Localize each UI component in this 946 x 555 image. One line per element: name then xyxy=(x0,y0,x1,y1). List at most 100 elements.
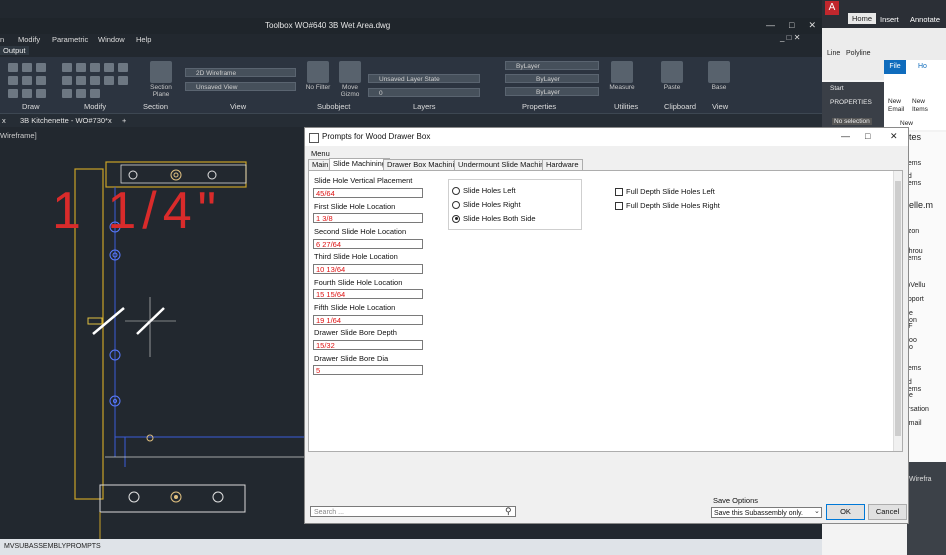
hatch-icon[interactable] xyxy=(36,76,46,85)
panel-utilities[interactable]: Utilities xyxy=(614,102,638,111)
trim-icon[interactable] xyxy=(62,76,72,85)
no-selection-field[interactable]: No selection xyxy=(832,118,872,125)
tab-hardware[interactable]: Hardware xyxy=(542,159,583,170)
drawer-slide-bore-depth-input[interactable]: 15/32 xyxy=(313,340,423,350)
drawer-slide-bore-dia-input[interactable]: 5 xyxy=(313,365,423,375)
rect-icon[interactable] xyxy=(8,76,18,85)
lineweight-dropdown[interactable]: ByLayer xyxy=(505,87,599,96)
radio-slide-holes-left[interactable]: Slide Holes Left xyxy=(452,186,516,195)
checkbox-full-depth-right[interactable]: Full Depth Slide Holes Right xyxy=(615,201,720,210)
checkbox-full-depth-left[interactable]: Full Depth Slide Holes Left xyxy=(615,187,715,196)
ok-button[interactable]: OK xyxy=(826,504,865,520)
close-doc-tab-icon[interactable]: x xyxy=(108,116,112,125)
panel-draw[interactable]: Draw xyxy=(22,102,40,111)
search-input[interactable]: Search ... xyxy=(310,506,516,517)
ellipse-icon[interactable] xyxy=(22,89,32,98)
array-icon[interactable] xyxy=(118,76,128,85)
panel-modify[interactable]: Modify xyxy=(84,102,106,111)
offset-icon[interactable] xyxy=(90,89,100,98)
menu-item[interactable]: n xyxy=(0,35,4,44)
start-label[interactable]: Start xyxy=(830,85,844,92)
line-icon[interactable] xyxy=(8,63,18,72)
dialog-minimize-icon[interactable]: — xyxy=(841,131,850,141)
menu-parametric[interactable]: Parametric xyxy=(52,35,88,44)
polygon-icon[interactable] xyxy=(22,76,32,85)
new-email-button[interactable]: New Email xyxy=(888,98,910,114)
erase-icon[interactable] xyxy=(62,89,72,98)
panel-clipboard[interactable]: Clipboard xyxy=(664,102,696,111)
point-icon[interactable] xyxy=(36,89,46,98)
tool-line[interactable]: Line xyxy=(827,50,840,57)
panel-section[interactable]: Section xyxy=(143,102,168,111)
explode-icon[interactable] xyxy=(76,89,86,98)
stretch-icon[interactable] xyxy=(90,63,100,72)
menu-window[interactable]: Window xyxy=(98,35,125,44)
circle-icon[interactable] xyxy=(36,63,46,72)
search-icon[interactable]: ⚲ xyxy=(505,506,512,517)
dialog-maximize-icon[interactable]: □ xyxy=(865,131,870,141)
chevron-down-icon[interactable]: ⌄ xyxy=(814,507,820,515)
tab-annotate[interactable]: Annotate xyxy=(910,15,940,24)
panel-view-2[interactable]: View xyxy=(712,102,728,111)
tab-home[interactable]: Home xyxy=(848,13,877,24)
linetype-dropdown[interactable]: ByLayer xyxy=(505,74,599,83)
save-options-select[interactable]: Save this Subassembly only. xyxy=(711,507,822,518)
mirror-icon[interactable] xyxy=(118,63,128,72)
view-state-dropdown[interactable]: Unsaved View xyxy=(185,82,296,91)
tab-insert[interactable]: Insert xyxy=(880,15,899,24)
radio-slide-holes-both-side[interactable]: Slide Holes Both Side xyxy=(452,214,536,223)
minimize-icon[interactable]: — xyxy=(766,20,775,31)
close-tab-icon[interactable]: x xyxy=(2,116,6,125)
first-slide-hole-input[interactable]: 1 3/8 xyxy=(313,213,423,223)
slide-hole-vertical-placement-input[interactable]: 45/64 xyxy=(313,188,423,198)
new-items-button[interactable]: New Items xyxy=(912,98,934,114)
color-dropdown[interactable]: ByLayer xyxy=(505,61,599,70)
menu-modify[interactable]: Modify xyxy=(18,35,40,44)
no-filter-icon[interactable] xyxy=(307,61,329,83)
base-icon[interactable] xyxy=(708,61,730,83)
scrollbar-thumb[interactable] xyxy=(895,181,901,436)
layer-dropdown[interactable]: 0 xyxy=(368,88,480,97)
panel-subobject[interactable]: Subobject xyxy=(317,102,350,111)
dialog-menu[interactable]: Menu xyxy=(311,149,330,158)
move-gizmo-icon[interactable] xyxy=(339,61,361,83)
dialog-close-icon[interactable]: ✕ xyxy=(890,131,898,142)
file-tab[interactable]: File xyxy=(884,60,906,74)
extend-icon[interactable] xyxy=(76,76,86,85)
third-slide-hole-input[interactable]: 10 13/64 xyxy=(313,264,423,274)
wireframe-label[interactable]: Wirefra xyxy=(909,476,932,483)
autocad-logo-icon[interactable]: A xyxy=(825,1,839,15)
new-tab-icon[interactable]: + xyxy=(122,116,126,125)
visual-style-dropdown[interactable]: 2D Wireframe xyxy=(185,68,296,77)
maximize-icon[interactable]: □ xyxy=(789,20,794,31)
doc-tab[interactable]: 3B Kitchenette - WO#730* xyxy=(20,116,108,125)
menu-help[interactable]: Help xyxy=(136,35,151,44)
panel-view[interactable]: View xyxy=(230,102,246,111)
properties-palette: Start PROPERTIES No selection xyxy=(822,82,884,132)
measure-icon[interactable] xyxy=(611,61,633,83)
fourth-slide-hole-input[interactable]: 15 15/64 xyxy=(313,289,423,299)
tab-output[interactable]: Output xyxy=(0,46,29,55)
section-plane-icon[interactable] xyxy=(150,61,172,83)
paste-icon[interactable] xyxy=(661,61,683,83)
panel-properties[interactable]: Properties xyxy=(522,102,556,111)
panel-layers[interactable]: Layers xyxy=(413,102,436,111)
cancel-button[interactable]: Cancel xyxy=(868,504,907,520)
second-slide-hole-input[interactable]: 6 27/64 xyxy=(313,239,423,249)
restore-icon[interactable]: _ □ ✕ xyxy=(780,33,800,42)
home-tab[interactable]: Ho xyxy=(918,63,927,70)
fifth-slide-hole-input[interactable]: 19 1/64 xyxy=(313,315,423,325)
layer-state-dropdown[interactable]: Unsaved Layer State xyxy=(368,74,480,83)
rotate-icon[interactable] xyxy=(104,63,114,72)
scale-icon[interactable] xyxy=(104,76,114,85)
fillet-icon[interactable] xyxy=(90,76,100,85)
spline-icon[interactable] xyxy=(8,89,18,98)
copy-icon[interactable] xyxy=(76,63,86,72)
tool-polyline[interactable]: Polyline xyxy=(846,50,871,57)
dialog-scrollbar[interactable] xyxy=(893,171,902,451)
close-icon[interactable]: ✕ xyxy=(808,20,816,31)
arc-icon[interactable] xyxy=(22,63,32,72)
radio-slide-holes-right[interactable]: Slide Holes Right xyxy=(452,200,521,209)
command-line[interactable]: MVSUBASSEMBLYPROMPTS xyxy=(0,539,822,555)
move-icon[interactable] xyxy=(62,63,72,72)
